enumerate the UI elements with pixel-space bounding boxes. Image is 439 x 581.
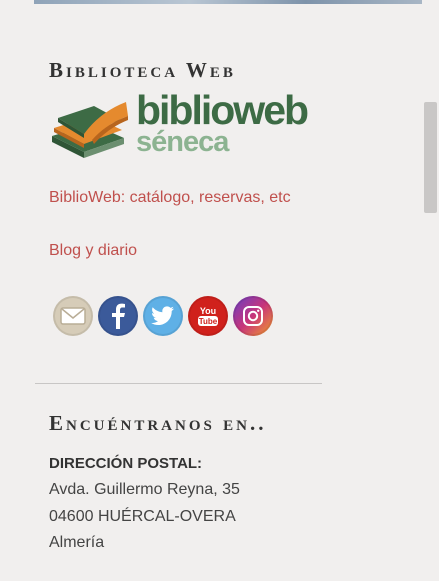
scrollbar[interactable]: [422, 0, 439, 581]
address-province: Almería: [49, 534, 105, 551]
logo-text-seneca: séneca: [136, 126, 229, 158]
svg-text:Tube: Tube: [199, 317, 218, 326]
section-divider: [35, 383, 322, 384]
biblioweb-catalog-link[interactable]: BiblioWeb: catálogo, reservas, etc: [49, 189, 291, 207]
books-icon: [52, 102, 128, 158]
scrollbar-thumb[interactable]: [424, 102, 437, 213]
facebook-icon[interactable]: [98, 296, 138, 336]
address-label: DIRECCIÓN POSTAL:: [49, 455, 203, 472]
address-street: Avda. Guillermo Reyna, 35: [49, 481, 240, 498]
header-image-strip: [34, 0, 422, 4]
address-postcode-city: 04600 HUÉRCAL-OVERA: [49, 508, 236, 525]
youtube-icon[interactable]: You Tube: [188, 296, 228, 336]
logo-text-biblioweb: biblioweb: [136, 87, 309, 133]
widget-title-biblioteca: Biblioteca Web: [49, 58, 236, 82]
social-icons: You Tube: [53, 296, 273, 336]
blog-diario-link[interactable]: Blog y diario: [49, 242, 137, 260]
instagram-icon[interactable]: [233, 296, 273, 336]
biblioweb-logo[interactable]: biblioweb séneca: [48, 90, 310, 160]
twitter-icon[interactable]: [143, 296, 183, 336]
widget-title-encuentranos: Encuéntranos en..: [49, 411, 267, 435]
svg-text:You: You: [200, 306, 216, 316]
envelope-icon[interactable]: [53, 296, 93, 336]
